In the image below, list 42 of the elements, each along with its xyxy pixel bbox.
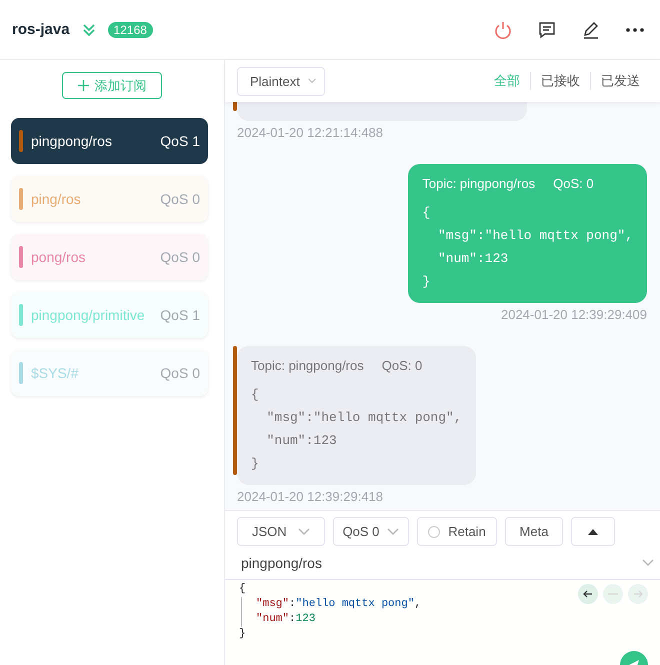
chevron-down-icon: [642, 558, 654, 566]
message-topic: Topic: pingpong/ros: [422, 176, 536, 191]
subscription-item[interactable]: pingpong/ros QoS 1: [11, 118, 208, 164]
subscription-qos: QoS 0: [160, 365, 200, 381]
message-topic: Topic: pingpong/ros: [251, 358, 364, 373]
subscription-topic: pingpong/primitive: [31, 307, 146, 323]
code-line: "msg":"hello mqttx pong",: [241, 597, 422, 612]
subscription-topic: pong/ros: [31, 249, 86, 265]
subscription-topic: pingpong/ros: [31, 133, 113, 149]
message-time: 2024-01-20 12:39:29:409: [500, 307, 647, 322]
code-line: }: [239, 627, 246, 642]
plus-icon: [78, 80, 88, 91]
chevron-down-icon: [298, 528, 310, 536]
chevron-down-icon: [387, 528, 400, 536]
payload-format-select[interactable]: Plaintext: [237, 66, 325, 96]
expand-button[interactable]: [571, 517, 615, 546]
message-qos: QoS: 0: [382, 358, 422, 373]
meta-button[interactable]: Meta: [505, 517, 563, 546]
message-filter-tab[interactable]: 已发送: [590, 72, 650, 90]
subscription-qos: QoS 1: [160, 133, 200, 149]
subscription-topic: $SYS/#: [31, 365, 80, 381]
chevron-down-icon: [308, 77, 316, 85]
triangle-up-icon: [588, 528, 598, 534]
message-filter-tab[interactable]: 已接收: [530, 72, 590, 90]
qos-select[interactable]: QoS 0: [333, 517, 409, 546]
subscription-qos: QoS 1: [160, 307, 200, 323]
subscription-topic: ping/ros: [31, 191, 82, 207]
radio-circle-icon: [428, 526, 440, 538]
subscription-qos: QoS 0: [160, 249, 200, 265]
code-line: "num":123: [241, 612, 316, 627]
message-payload: { "msg":"hello mqttx pong", "num":123 }: [422, 204, 633, 291]
payload-type-select[interactable]: JSON: [237, 517, 325, 546]
message-time: 2024-01-20 12:39:29:418: [237, 489, 384, 504]
message-payload: { "msg":"hello mqttx pong", "num":123 }: [251, 386, 462, 473]
code-line: {: [239, 582, 246, 597]
connection-name: ros-java: [12, 21, 70, 38]
message-qos: QoS: 0: [553, 176, 594, 191]
topic-input[interactable]: pingpong/ros: [241, 554, 322, 570]
subscription-qos: QoS 0: [160, 191, 200, 207]
retain-radio[interactable]: Retain: [417, 517, 497, 546]
message-count-badge: 12168: [108, 22, 153, 38]
message-time: 2024-01-20 12:21:14:488: [237, 125, 384, 140]
